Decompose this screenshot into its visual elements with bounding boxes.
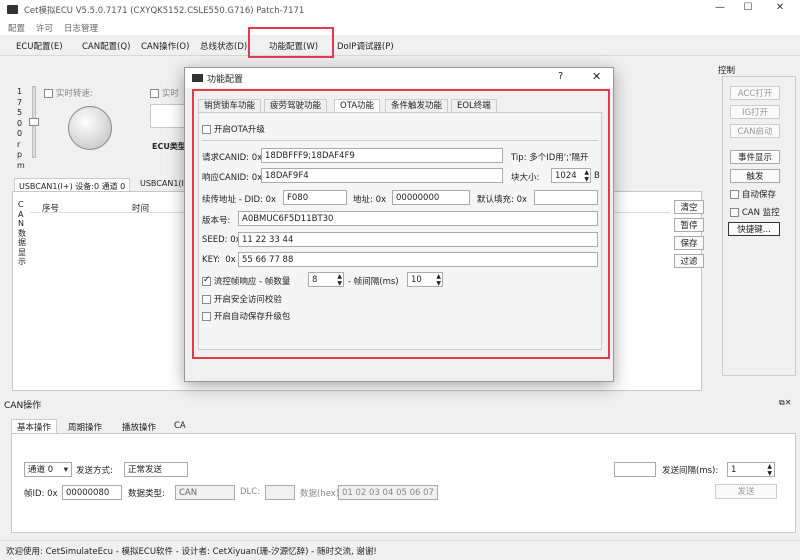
- title-bar: Cet模拟ECU V5.5.0.7171 (CXYQK5152.CSLE550.…: [0, 0, 800, 20]
- ig-on-button[interactable]: IG打开: [730, 105, 780, 119]
- can-ops-panel: [11, 433, 796, 533]
- can-ops-tab-more[interactable]: CA: [174, 420, 186, 432]
- data-hex-label: 数据(hex):: [300, 489, 342, 499]
- window-title: Cet模拟ECU V5.5.0.7171 (CXYQK5152.CSLE550.…: [24, 6, 305, 16]
- can-ops-tab-playback[interactable]: 播放操作: [122, 420, 156, 434]
- rpm-label: 17500rpm: [17, 87, 25, 170]
- send-button[interactable]: 发送: [715, 484, 777, 499]
- tab-can-ops[interactable]: CAN操作(O): [141, 40, 189, 52]
- status-text: 欢迎使用: CetSimulateEcu - 模拟ECU软件 - 设计者: Ce…: [6, 547, 377, 557]
- menu-license[interactable]: 许可: [36, 22, 53, 34]
- data-hex-input[interactable]: 01 02 03 04 05 06 07 08: [338, 485, 438, 500]
- app-icon: [7, 5, 18, 14]
- menu-log[interactable]: 日志管理: [64, 22, 98, 34]
- can-ops-right-field[interactable]: [614, 462, 656, 477]
- can-monitor-check[interactable]: CAN 监控: [730, 206, 780, 218]
- minimize-button[interactable]: —: [706, 2, 734, 18]
- interval-label: 发送间隔(ms):: [662, 466, 719, 476]
- can-ops-pin-icon[interactable]: ⧉✕: [779, 398, 791, 408]
- dialog-titlebar: 功能配置 ? ✕: [185, 68, 613, 88]
- status-bar: 欢迎使用: CetSimulateEcu - 模拟ECU软件 - 设计者: Ce…: [0, 540, 800, 560]
- data-type-select[interactable]: CAN: [175, 485, 235, 500]
- frame-id-input[interactable]: 00000080: [62, 485, 122, 500]
- menu-config[interactable]: 配置: [8, 22, 25, 34]
- auto-save-check[interactable]: 自动保存: [730, 188, 776, 200]
- dlc-input[interactable]: [265, 485, 295, 500]
- trigger-button[interactable]: 触发: [730, 169, 780, 183]
- left-display-box: [150, 104, 186, 128]
- main-tab-bar: ECU配置(E) CAN配置(Q) CAN操作(O) 总线状态(D) 功能配置(…: [0, 36, 800, 56]
- close-button[interactable]: ✕: [766, 2, 794, 18]
- dialog-title: 功能配置: [207, 75, 244, 85]
- col-index[interactable]: 序号: [42, 202, 59, 214]
- data-type-label: 数据类型:: [128, 489, 165, 499]
- filter-button[interactable]: 过滤: [674, 254, 704, 268]
- tab-doip-debugger[interactable]: DoIP调试器(P): [337, 40, 394, 52]
- dialog-close-button[interactable]: ✕: [592, 70, 601, 83]
- can-ops-title: CAN操作: [4, 401, 42, 411]
- pause-button[interactable]: 暂停: [674, 218, 704, 232]
- maximize-button[interactable]: ☐: [734, 2, 762, 18]
- send-mode-label: 发送方式:: [76, 466, 113, 476]
- realtime-speed-check[interactable]: 实时转速:: [44, 87, 93, 99]
- speed-knob[interactable]: [68, 106, 112, 150]
- dlc-label: DLC:: [240, 487, 261, 497]
- can-ops-tab-periodic[interactable]: 周期操作: [68, 420, 102, 434]
- dialog-help-button[interactable]: ?: [558, 71, 563, 82]
- save-button[interactable]: 保存: [674, 236, 704, 250]
- ecu-type-label: ECU类型: [152, 142, 186, 151]
- interval-input[interactable]: 1 ▲ ▼: [727, 462, 775, 477]
- tab-can-config[interactable]: CAN配置(Q): [82, 40, 130, 52]
- frame-id-label: 帧ID: 0x: [24, 489, 58, 499]
- tab-ecu-config[interactable]: ECU配置(E): [16, 40, 63, 52]
- highlight-function-tab: [248, 27, 334, 58]
- event-display-button[interactable]: 事件显示: [730, 150, 780, 164]
- realtime-check-2[interactable]: 实时: [150, 87, 179, 99]
- clear-button[interactable]: 清空: [674, 200, 704, 214]
- tab-bus-status[interactable]: 总线状态(D): [200, 40, 247, 52]
- shortcut-button[interactable]: 快捷键...: [728, 222, 780, 236]
- channel-select[interactable]: 通道 0 ▾: [24, 462, 72, 477]
- can-data-display-label: CAN数据显示: [18, 200, 26, 266]
- can-ops-tab-basic[interactable]: 基本操作: [11, 419, 58, 434]
- menu-bar: 配置 许可 日志管理: [0, 20, 800, 35]
- acc-on-button[interactable]: ACC打开: [730, 86, 780, 100]
- highlight-ota-panel: [192, 89, 610, 359]
- send-mode-select[interactable]: 正常发送: [124, 462, 188, 477]
- dialog-icon: [192, 74, 203, 82]
- log-tab-2[interactable]: USBCAN1(I: [140, 179, 184, 188]
- can-start-button[interactable]: CAN启动: [730, 124, 780, 138]
- col-time[interactable]: 时间: [132, 202, 149, 214]
- control-title: 控制: [718, 66, 736, 76]
- rpm-slider-handle[interactable]: [29, 118, 39, 126]
